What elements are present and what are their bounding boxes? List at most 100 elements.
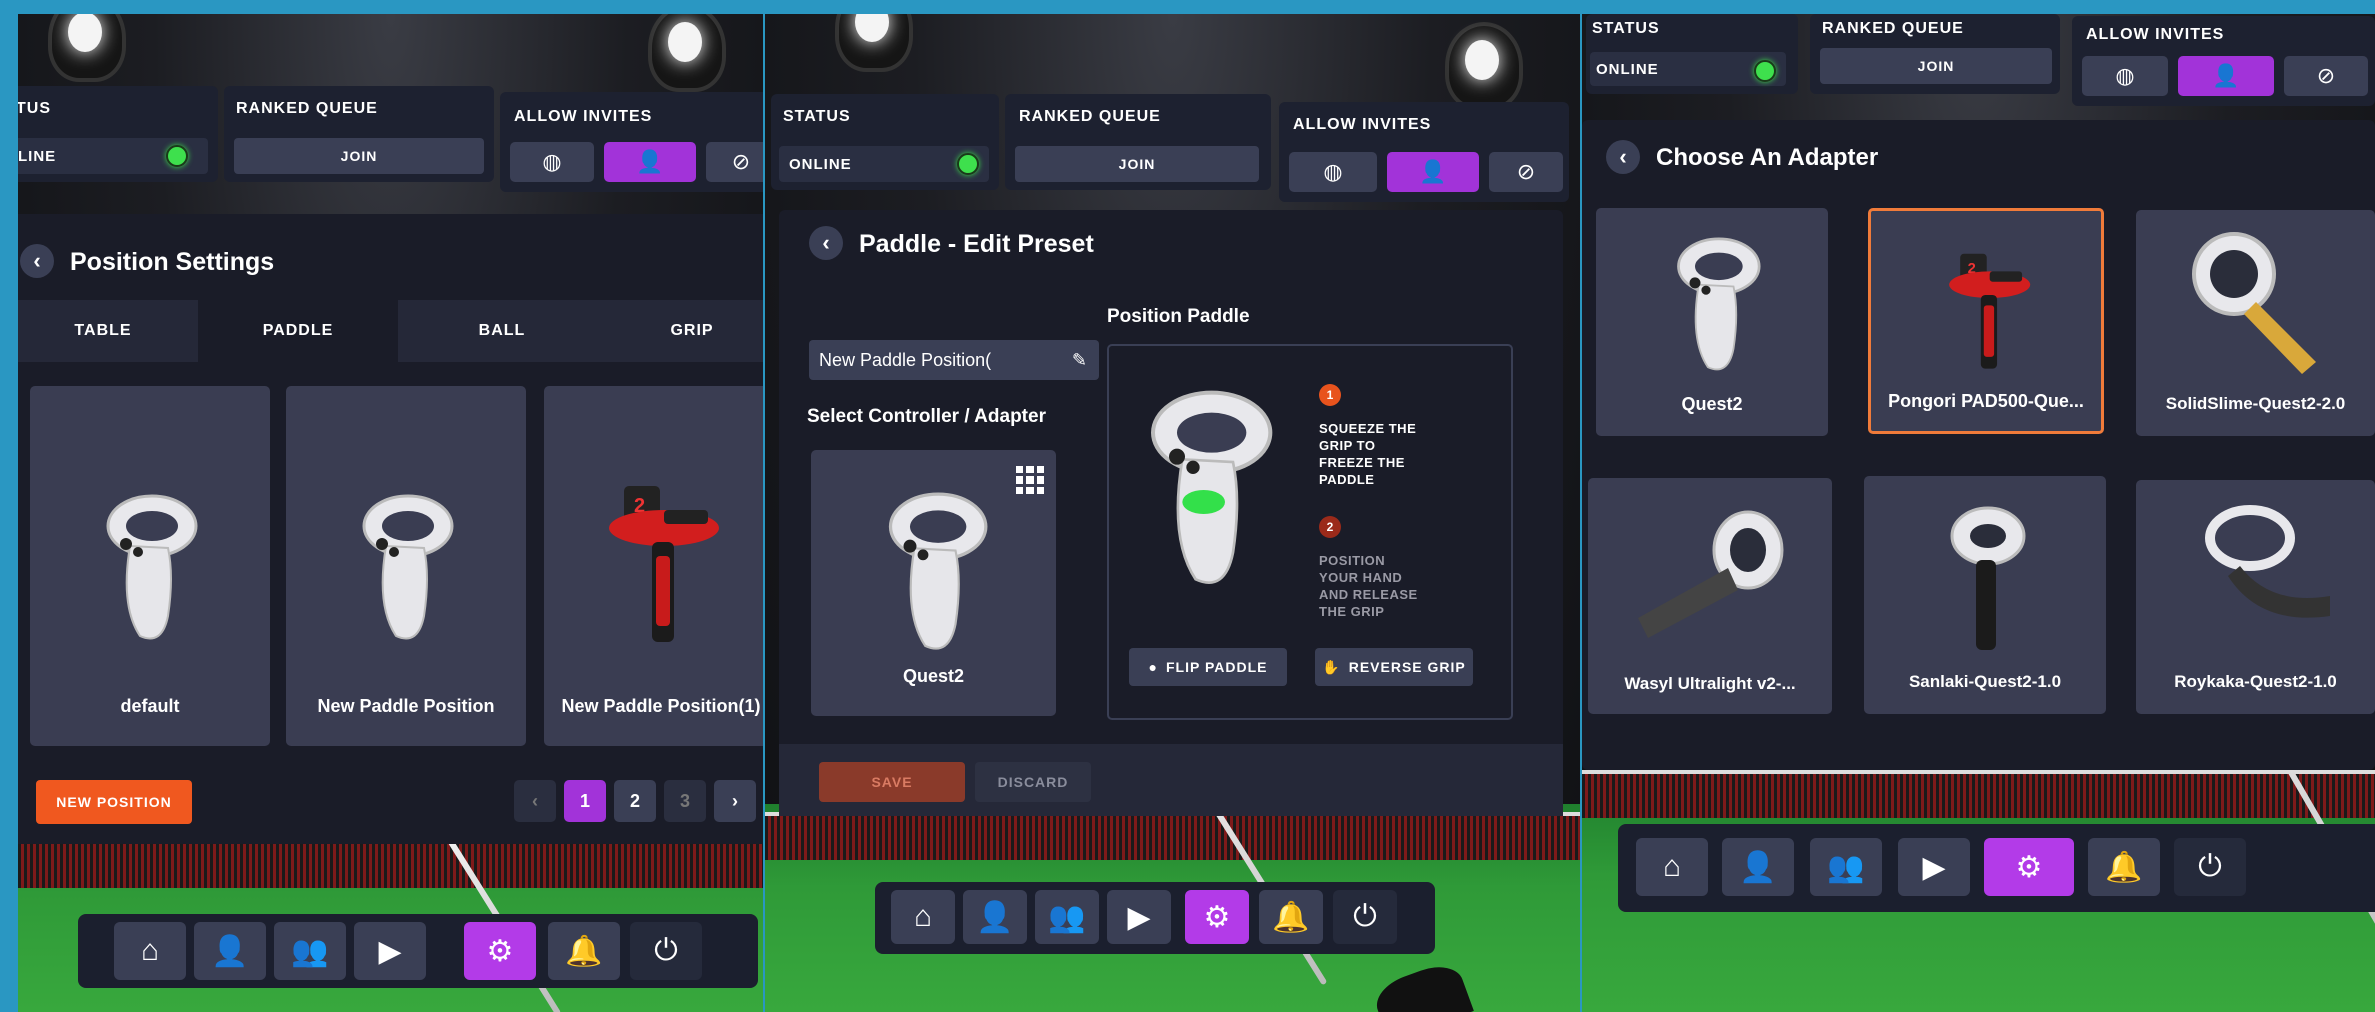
page-button-1[interactable]: 1 [564,780,606,822]
invite-friends-button[interactable]: 👤 [604,142,696,182]
nav-settings[interactable]: ⚙ [464,922,536,980]
tab-table[interactable]: TABLE [18,300,198,362]
invite-everyone-button[interactable]: ◍ [510,142,594,182]
solidslime-adapter-icon [2192,232,2316,374]
position-paddle-label: Position Paddle [1107,306,1250,327]
nav-profile[interactable]: 👤 [1722,838,1794,896]
nav-replay[interactable]: ▶ [1898,838,1970,896]
tab-ball[interactable]: BALL [398,300,606,362]
nav-notifications[interactable]: 🔔 [2088,838,2160,896]
position-card-default[interactable]: default [30,386,270,746]
nav-home[interactable]: ⌂ [891,890,955,944]
main-nav-bar: ⌂ 👤 👥 ▶ ⚙ 🔔 ⏻ [875,882,1435,954]
nav-replay[interactable]: ▶ [1107,890,1171,944]
back-button[interactable]: ‹ [809,226,843,260]
replay-icon: ▶ [1127,900,1151,934]
prev-page-button[interactable]: ‹ [514,780,556,822]
position-label: default [120,696,180,716]
join-button[interactable]: JOIN [1015,146,1259,182]
screenshot-collage: TUS LINE RANKED QUEUE JOIN ALLOW INVITES… [18,14,2375,1012]
nav-power[interactable]: ⏻ [630,922,702,980]
nav-friends[interactable]: 👥 [1035,890,1099,944]
invite-friends-button[interactable]: 👤 [1387,152,1479,192]
nav-power[interactable]: ⏻ [2174,838,2246,896]
invite-none-button[interactable]: ⊘ [1489,152,1563,192]
join-button[interactable]: JOIN [234,138,484,174]
block-icon: ⊘ [731,149,751,174]
page-button-2[interactable]: 2 [614,780,656,822]
adapter-card-sanlaki[interactable]: Sanlaki-Quest2-1.0 [1864,476,2106,714]
adapter-card-solidslime[interactable]: SolidSlime-Quest2-2.0 [2136,210,2375,436]
adapter-card-roykaka[interactable]: Roykaka-Quest2-1.0 [2136,480,2375,714]
step-number: 2 [1319,516,1341,538]
table-net [1582,770,2375,818]
power-icon: ⏻ [1353,900,1377,933]
friends-icon: 👤 [636,149,664,174]
save-button[interactable]: SAVE [819,762,965,802]
adapter-card-wasyl[interactable]: Wasyl Ultralight v2-... [1588,478,1832,714]
nav-settings[interactable]: ⚙ [1185,890,1249,944]
invite-none-button[interactable]: ⊘ [2284,56,2368,96]
adapter-label: SolidSlime-Quest2-2.0 [2165,394,2346,413]
preset-name-text: New Paddle Position( [819,349,992,370]
invite-none-button[interactable]: ⊘ [706,142,763,182]
ranked-queue-box: RANKED QUEUE JOIN [224,86,494,182]
back-button[interactable]: ‹ [1606,140,1640,174]
status-value-text: LINE [18,147,57,165]
reverse-grip-button[interactable]: ✋ REVERSE GRIP [1315,648,1473,686]
adapter-label: Pongori PAD500-Que... [1888,391,2084,411]
discard-button[interactable]: DISCARD [975,762,1091,802]
profile-icon: 👤 [211,934,249,968]
nav-friends[interactable]: 👥 [274,922,346,980]
nav-home[interactable]: ⌂ [114,922,186,980]
home-icon: ⌂ [913,900,933,933]
hand-icon: ✋ [1322,658,1341,675]
profile-icon: 👤 [1739,850,1777,884]
allow-invites-box: ALLOW INVITES ◍ 👤 ⊘ [2072,16,2375,106]
adapter-card-quest2[interactable]: Quest2 [1596,208,1828,436]
paddle-adapter-icon: 2 [609,486,719,642]
join-button[interactable]: JOIN [1820,48,2052,84]
next-page-button[interactable]: › [714,780,756,822]
adapter-label: Quest2 [1681,394,1743,414]
position-paddle-box: 1 SQUEEZE THE GRIP TO FREEZE THE PADDLE … [1107,344,1513,720]
nav-friends[interactable]: 👥 [1810,838,1882,896]
nav-notifications[interactable]: 🔔 [548,922,620,980]
nav-home[interactable]: ⌂ [1636,838,1708,896]
nav-settings[interactable]: ⚙ [1984,838,2074,896]
flip-paddle-button[interactable]: ● FLIP PADDLE [1129,648,1287,686]
position-card-new-paddle[interactable]: New Paddle Position [286,386,526,746]
main-nav-bar: ⌂ 👤 👥 ▶ ⚙ 🔔 ⏻ [1618,824,2375,912]
roykaka-adapter-icon [2205,505,2330,618]
friends-icon: 👥 [1827,850,1865,884]
nav-profile[interactable]: 👤 [194,922,266,980]
back-button[interactable]: ‹ [20,244,54,278]
controller-card[interactable]: Quest2 [811,450,1056,716]
new-position-button[interactable]: NEW POSITION [36,780,192,824]
table-net [765,812,1580,860]
nav-profile[interactable]: 👤 [963,890,1027,944]
preset-name-field[interactable]: New Paddle Position( ✎ [809,340,1099,380]
sanlaki-adapter-icon [1950,506,2026,650]
step-text: POSITION YOUR HAND AND RELEASE THE GRIP [1319,553,1418,619]
table-net [18,840,763,888]
nav-replay[interactable]: ▶ [354,922,426,980]
flip-paddle-label: FLIP PADDLE [1165,659,1268,675]
globe-icon: ◍ [2115,63,2135,88]
position-card-new-paddle-1[interactable]: 2 New Paddle Position(1) [544,386,763,746]
status-label: STATUS [783,108,851,125]
ranked-queue-label: RANKED QUEUE [1019,108,1161,125]
tab-bar: TABLE PADDLE BALL GRIP [18,300,763,362]
invite-everyone-button[interactable]: ◍ [2082,56,2168,96]
page-button-3[interactable]: 3 [664,780,706,822]
allow-invites-label: ALLOW INVITES [1293,116,1432,133]
tab-grip[interactable]: GRIP [606,300,763,362]
adapter-card-pongori[interactable]: 2 Pongori PAD500-Que... [1868,208,2104,434]
invite-everyone-button[interactable]: ◍ [1289,152,1377,192]
invite-friends-button[interactable]: 👤 [2178,56,2274,96]
nav-power[interactable]: ⏻ [1333,890,1397,944]
allow-invites-label: ALLOW INVITES [2086,26,2225,43]
chevron-left-icon: ‹ [1619,144,1627,169]
nav-notifications[interactable]: 🔔 [1259,890,1323,944]
tab-paddle[interactable]: PADDLE [198,300,398,362]
